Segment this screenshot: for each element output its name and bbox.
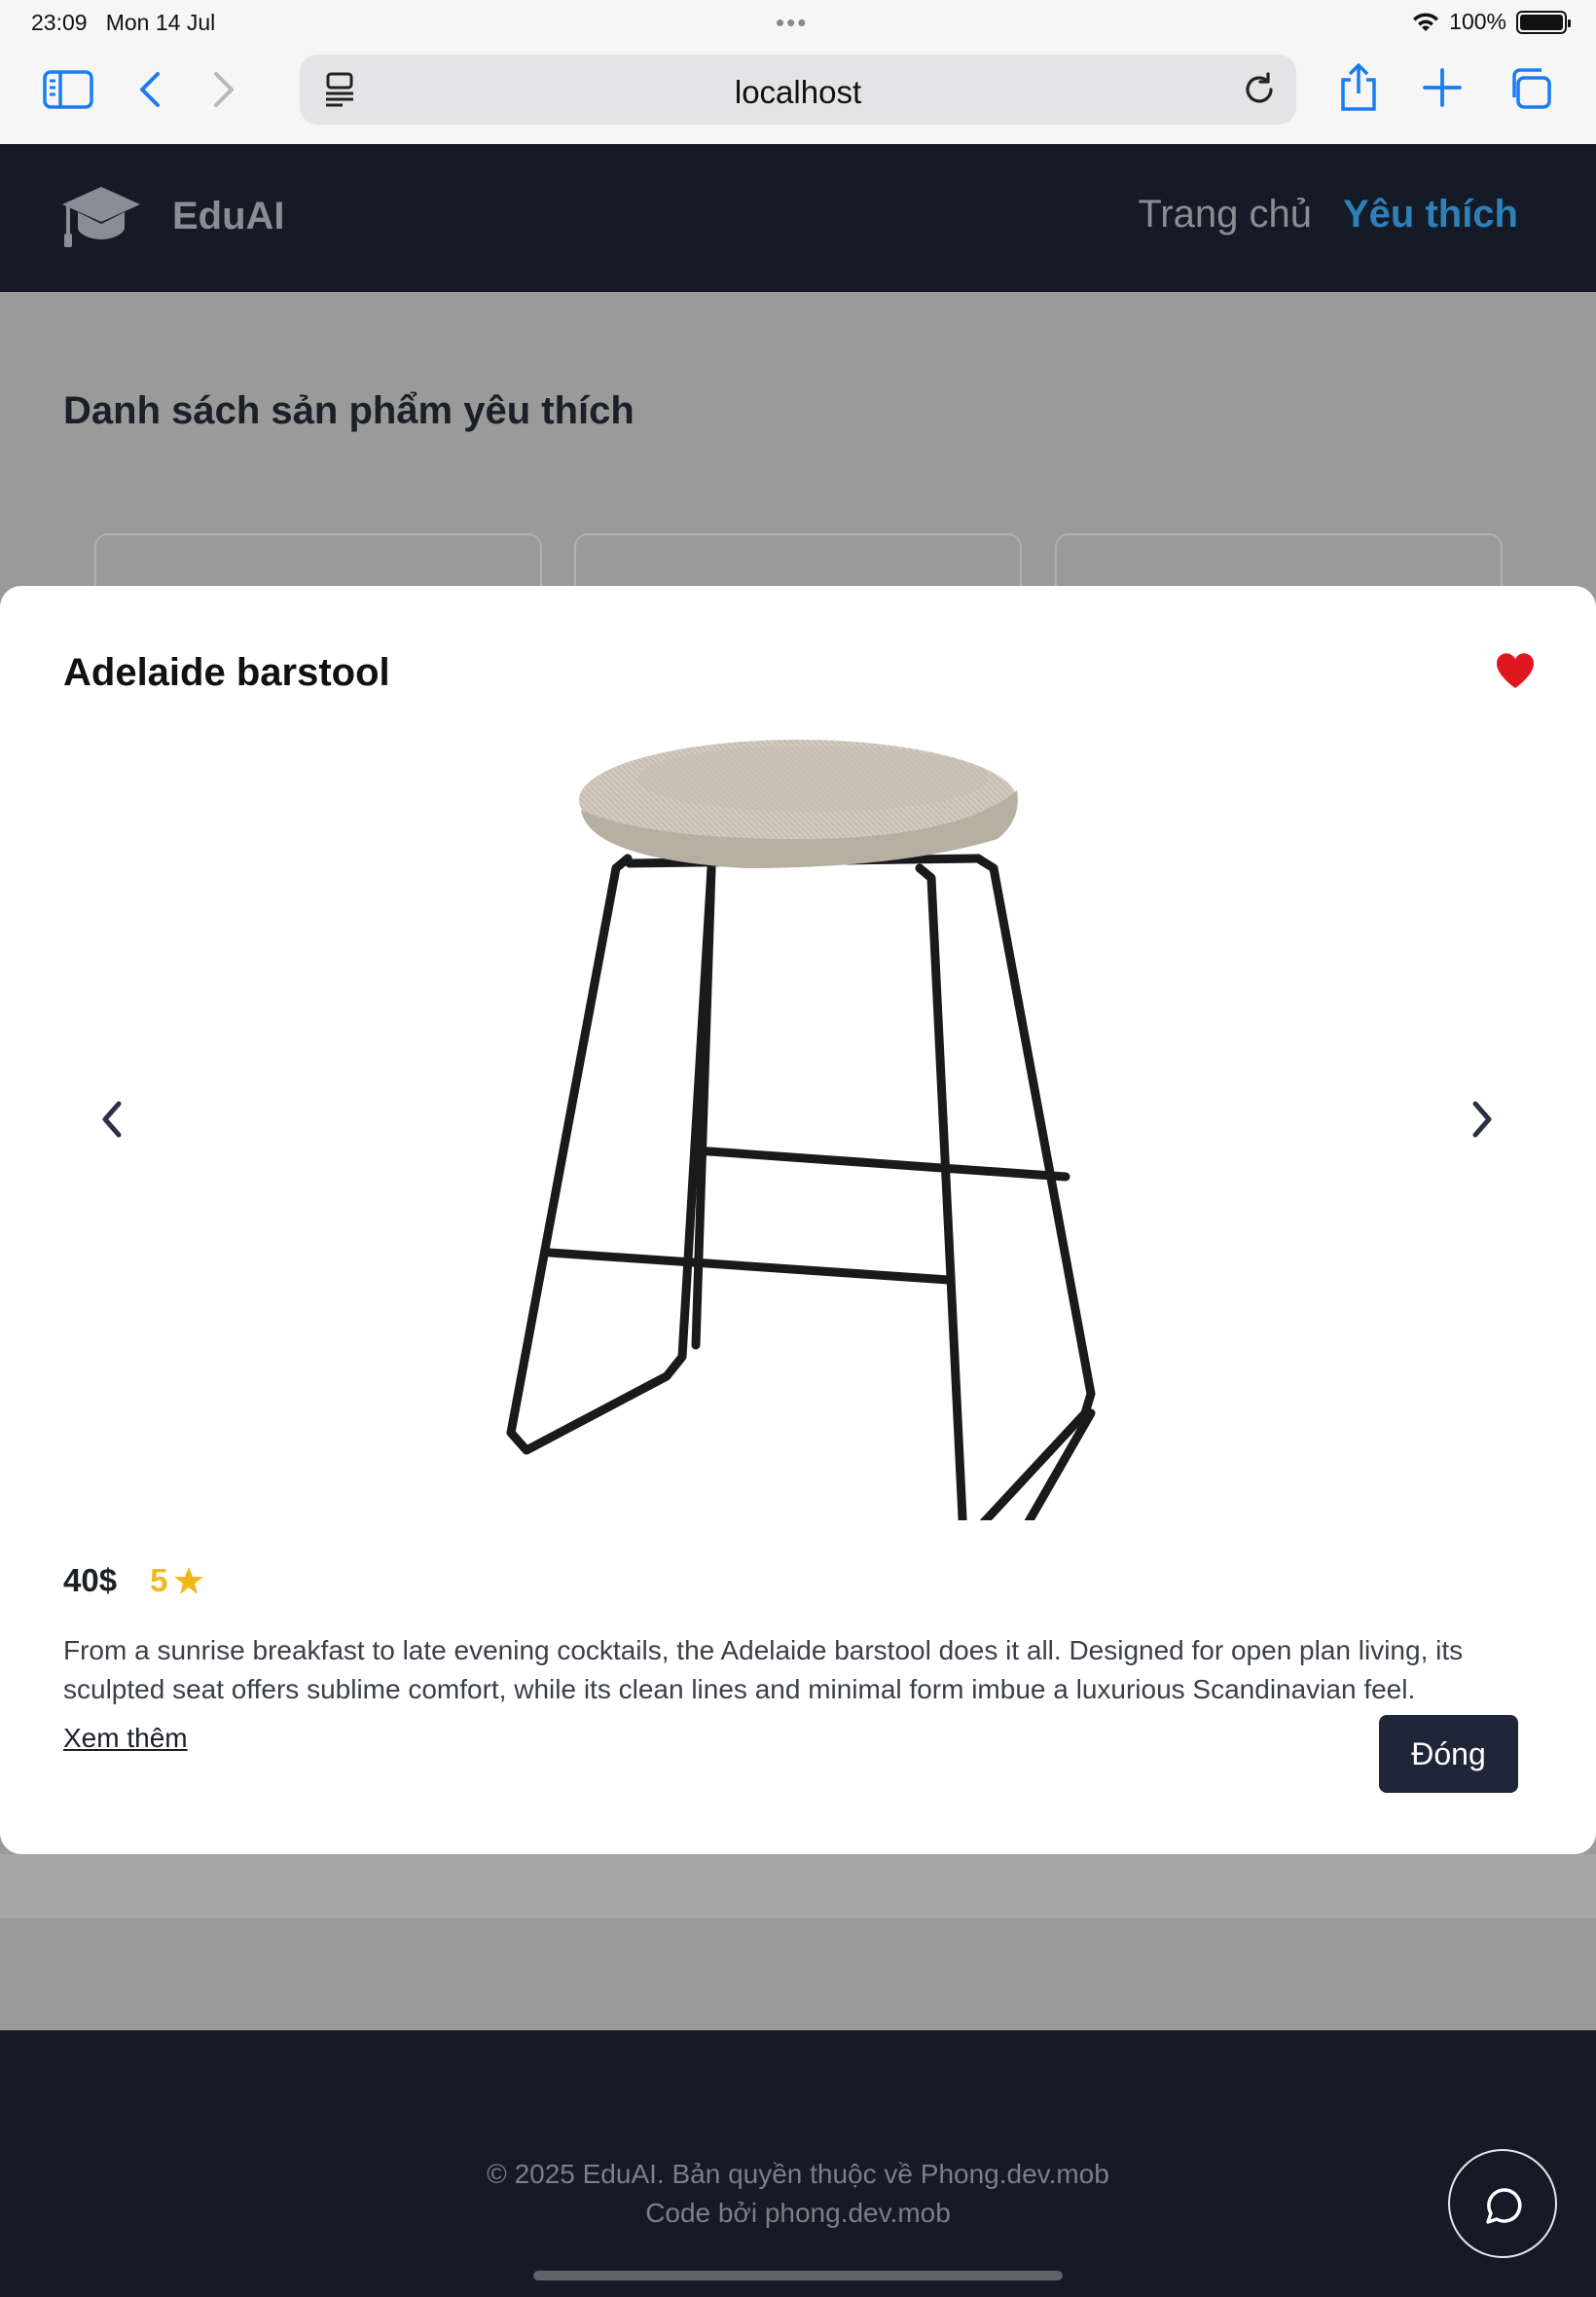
browser-toolbar: localhost — [0, 45, 1596, 144]
status-time: 23:09 Mon 14 Jul — [31, 10, 216, 35]
sidebar-icon[interactable] — [43, 70, 93, 109]
star-icon — [174, 1567, 204, 1594]
footer: © 2025 EduAI. Bản quyền thuộc về Phong.d… — [0, 2030, 1596, 2297]
address-bar[interactable]: localhost — [300, 55, 1296, 125]
product-modal: Adelaide barstool 40$ 5 From a sunrise b… — [0, 586, 1596, 1854]
brand-name[interactable]: EduAI — [172, 195, 285, 238]
nav-home[interactable]: Trang chủ — [1138, 193, 1312, 237]
product-image — [506, 740, 1096, 1520]
chat-icon — [1486, 2188, 1522, 2224]
graduation-cap-icon[interactable] — [60, 185, 142, 249]
footer-credit: Code bởi phong.dev.mob — [645, 2198, 951, 2228]
product-rating: 5 — [150, 1562, 204, 1599]
home-indicator[interactable] — [533, 2271, 1063, 2280]
chat-button[interactable] — [1448, 2149, 1557, 2258]
nav-favorites[interactable]: Yêu thích — [1343, 193, 1518, 237]
product-description: From a sunrise breakfast to late evening… — [63, 1635, 1464, 1704]
rating-value: 5 — [150, 1562, 168, 1598]
app-header: EduAI Trang chủ Yêu thích — [0, 144, 1596, 292]
heart-icon[interactable] — [1495, 652, 1536, 689]
reload-icon[interactable] — [1242, 72, 1277, 107]
chevron-right-icon[interactable] — [1468, 1098, 1497, 1141]
new-tab-icon[interactable] — [1423, 68, 1462, 107]
wifi-icon — [1413, 12, 1439, 31]
multitasking-dots[interactable]: ••• — [776, 8, 808, 38]
page-shadow — [0, 1854, 1596, 1918]
url-text: localhost — [734, 74, 862, 110]
status-right: 100% — [1412, 9, 1571, 35]
share-icon[interactable] — [1337, 62, 1380, 111]
back-icon[interactable] — [136, 70, 163, 109]
status-bar: 23:09 Mon 14 Jul ••• 100% — [0, 0, 1596, 45]
read-more-link[interactable]: Xem thêm — [63, 1723, 188, 1754]
price-rating-row: 40$ 5 — [63, 1562, 204, 1599]
forward-icon[interactable] — [210, 70, 237, 109]
main-nav: Trang chủ Yêu thích — [1138, 193, 1518, 237]
battery-icon — [1516, 10, 1571, 34]
modal-title: Adelaide barstool — [63, 651, 390, 694]
chevron-left-icon[interactable] — [97, 1098, 127, 1141]
product-price: 40$ — [63, 1562, 118, 1598]
footer-copyright: © 2025 EduAI. Bản quyền thuộc về Phong.d… — [487, 2159, 1109, 2189]
page-title: Danh sách sản phẩm yêu thích — [63, 389, 635, 432]
close-button[interactable]: Đóng — [1379, 1715, 1518, 1793]
tabs-icon[interactable] — [1506, 66, 1553, 111]
battery-percent: 100% — [1449, 9, 1506, 34]
